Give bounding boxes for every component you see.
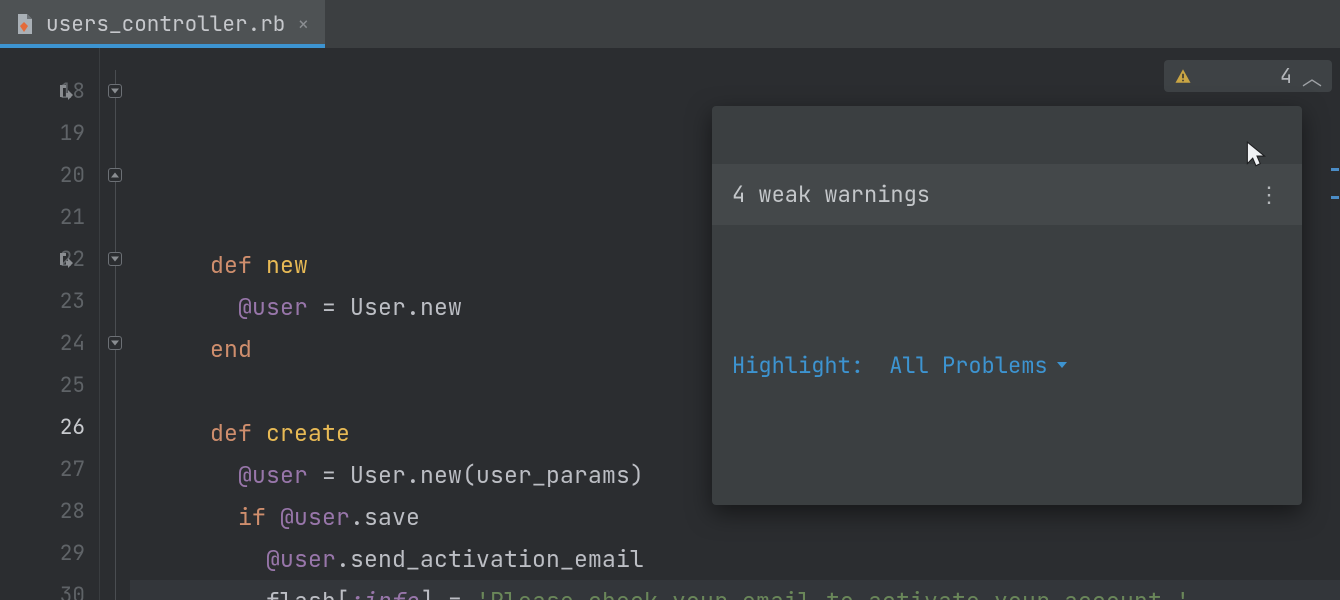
gutter-line[interactable]: 19: [0, 112, 99, 154]
line-number: 24: [55, 330, 85, 357]
fold-expand-icon[interactable]: [108, 336, 122, 350]
fold-cell: [100, 70, 130, 112]
line-number: 26: [55, 414, 85, 441]
inspection-popup: 4 weak warnings ⋮ Highlight: All Problem…: [712, 106, 1302, 505]
gutter-line[interactable]: 30: [0, 574, 99, 600]
highlight-label: Highlight:: [732, 351, 864, 380]
gutter-line[interactable]: 21: [0, 196, 99, 238]
chevron-down-icon: [1054, 299, 1186, 431]
gutter-line[interactable]: 20: [0, 154, 99, 196]
gutter-line[interactable]: 29: [0, 532, 99, 574]
inspection-popup-title: 4 weak warnings: [732, 180, 930, 209]
line-number: 27: [55, 456, 85, 483]
gutter-line[interactable]: 27: [0, 448, 99, 490]
code-area[interactable]: def new @user = User.new end def create …: [130, 48, 1340, 600]
line-number: 29: [55, 540, 85, 567]
gutter-line[interactable]: 25: [0, 364, 99, 406]
line-number: 28: [55, 498, 85, 525]
chevron-up-icon[interactable]: ︿: [1302, 62, 1322, 91]
tab-bar: users_controller.rb ×: [0, 0, 1340, 48]
line-number: 21: [55, 204, 85, 231]
gutter-line[interactable]: 26: [0, 406, 99, 448]
highlight-value: All Problems: [889, 351, 1047, 380]
error-stripe[interactable]: [1330, 48, 1340, 600]
fold-cell: [100, 532, 130, 574]
fold-cell: [100, 112, 130, 154]
gutter-line[interactable]: 23: [0, 280, 99, 322]
code-line[interactable]: @user.send_activation_email: [130, 538, 1340, 580]
fold-cell: [100, 238, 130, 280]
gutter-line[interactable]: 28: [0, 490, 99, 532]
fold-cell: [100, 448, 130, 490]
line-number: 20: [55, 162, 85, 189]
fold-cell: [100, 406, 130, 448]
mouse-cursor-icon: [1244, 82, 1270, 112]
editor: 18 19 20 21 22 23 24 25 26 27 28 29 30 def new @user…: [0, 48, 1340, 600]
gutter-line[interactable]: 22: [0, 238, 99, 280]
line-number: 23: [55, 288, 85, 315]
fold-cell: [100, 322, 130, 364]
gutter: 18 19 20 21 22 23 24 25 26 27 28 29 30: [0, 48, 100, 600]
inspection-popup-header: 4 weak warnings ⋮: [712, 164, 1302, 225]
fold-strip: [100, 48, 130, 600]
fold-cell: [100, 196, 130, 238]
tab-users-controller[interactable]: users_controller.rb ×: [0, 0, 325, 48]
gutter-line[interactable]: 24: [0, 322, 99, 364]
fold-collapse-icon[interactable]: [108, 168, 122, 182]
override-icon[interactable]: [56, 81, 76, 101]
close-icon[interactable]: ×: [295, 14, 311, 34]
highlight-level-selector[interactable]: Highlight: All Problems: [712, 283, 1302, 447]
fold-cell: [100, 154, 130, 196]
line-number: 19: [55, 120, 85, 147]
inspection-count: 4: [1280, 63, 1292, 89]
tab-label: users_controller.rb: [46, 11, 285, 38]
fold-cell: [100, 364, 130, 406]
fold-cell: [100, 490, 130, 532]
fold-expand-icon[interactable]: [108, 252, 122, 266]
fold-cell: [100, 574, 130, 600]
fold-expand-icon[interactable]: [108, 84, 122, 98]
code-line[interactable]: flash[:info] = 'Please check your email …: [130, 580, 1340, 600]
gutter-line[interactable]: 18: [0, 70, 99, 112]
line-number: 30: [55, 582, 85, 600]
line-number: 25: [55, 372, 85, 399]
ruby-file-icon: [12, 12, 36, 36]
override-icon[interactable]: [56, 249, 76, 269]
fold-cell: [100, 280, 130, 322]
